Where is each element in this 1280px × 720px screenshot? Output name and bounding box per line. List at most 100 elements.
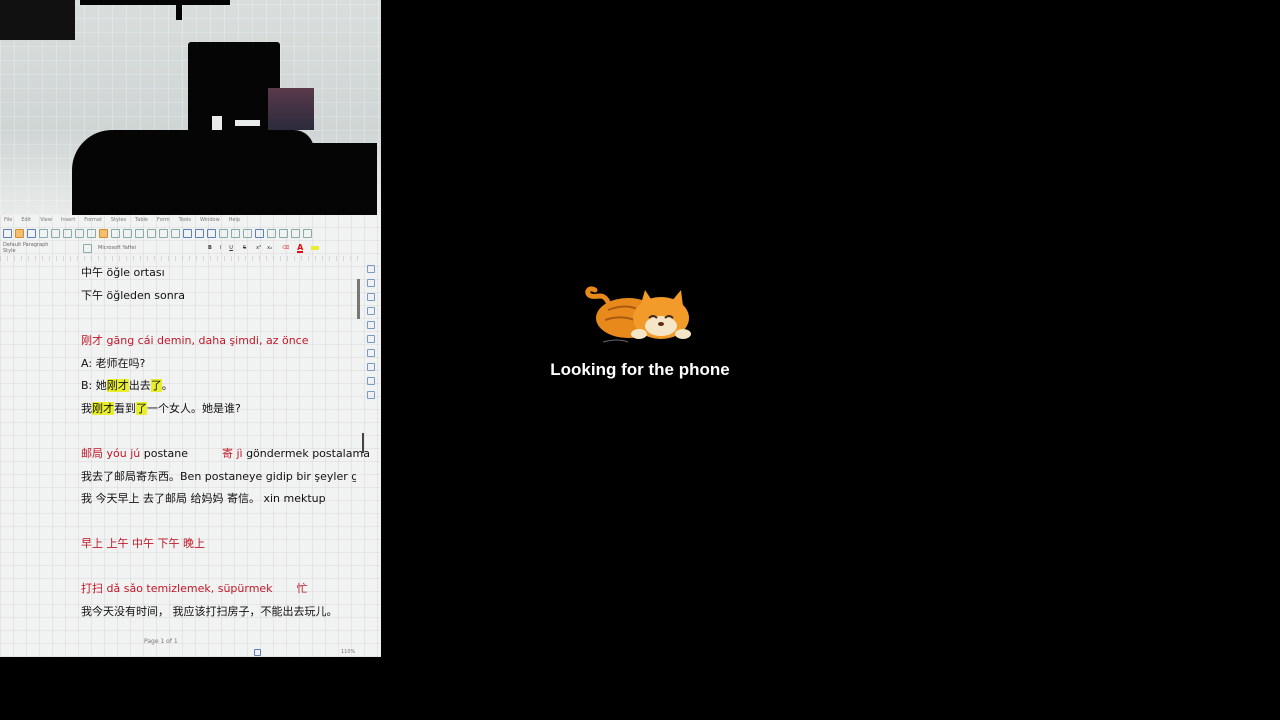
text-run: 看到 [114,402,136,415]
print-preview-icon[interactable] [63,228,72,238]
font-color-button[interactable]: A [297,243,304,253]
doc-line-vocab: 打扫 dǎ sǎo temizlemek, süpürmek 忙 [81,580,308,596]
style-inspector-icon[interactable] [367,349,375,357]
clone-format-icon[interactable] [111,228,120,238]
status-message: Looking for the phone [550,360,730,379]
insert-field-icon[interactable] [231,228,240,238]
menu-item-edit[interactable]: Edit [21,217,31,223]
track-changes-icon[interactable] [291,228,300,238]
strikethrough-button[interactable]: S [243,245,246,251]
insert-footnote-icon[interactable] [267,228,276,238]
document-window: File Edit View Insert Format Styles Table Form T… [0,215,381,657]
insert-chart-icon[interactable] [207,228,216,238]
doc-line: 我 今天早上 去了邮局 给妈妈 寄信。 xin mektup [81,492,326,505]
export-pdf-icon[interactable] [39,228,48,238]
doc-line: 早上 上午 中午 下午 晚上 [81,537,205,550]
paragraph-style-box[interactable]: Default Paragraph Style [3,242,58,254]
subscript-button[interactable]: x₂ [267,245,272,251]
formatting-toolbar: Default Paragraph Style Microsoft YaHei … [0,242,381,254]
styles-icon[interactable] [367,293,375,301]
menu-item-format[interactable]: Format [84,217,102,223]
sidebar-deck [367,265,377,399]
doc-line: 下午 öğleden sonra [81,289,185,302]
sidebar-menu-icon[interactable] [367,265,375,273]
bold-button[interactable]: B [208,245,212,251]
copy-icon[interactable] [87,228,96,238]
menu-item-file[interactable]: File [4,217,12,223]
superscript-button[interactable]: x² [256,245,261,251]
basic-shapes-icon[interactable] [303,228,312,238]
clear-formatting-icon[interactable]: ⌫ [282,245,289,251]
doc-line-vocab: 邮局 yóu jú postane 寄 jì göndermek postalam… [81,445,370,461]
font-name-box[interactable]: Microsoft YaHei [98,245,178,251]
highlight-color-button[interactable] [311,246,320,250]
horizontal-ruler [0,256,360,261]
insert-comment-icon[interactable] [279,228,288,238]
doc-line: A: 老师在吗? [81,357,146,370]
insert-image-icon[interactable] [195,228,204,238]
find-replace-icon[interactable] [147,228,156,238]
gallery-icon[interactable] [367,307,375,315]
doc-line-highlighted: B: 她刚才出去了。 [81,377,173,393]
new-document-icon[interactable] [3,228,12,238]
text-run: 出去 [128,379,151,392]
insert-textbox-icon[interactable] [219,228,228,238]
italic-button[interactable]: I [220,245,221,251]
design-icon[interactable] [367,377,375,385]
menu-item-tools[interactable]: Tools [179,217,191,223]
navigator-icon[interactable] [367,321,375,329]
insert-hyperlink-icon[interactable] [255,228,264,238]
formatting-marks-icon[interactable] [171,228,180,238]
menu-item-insert[interactable]: Insert [61,217,75,223]
highlighted-run: 了 [150,379,162,392]
text-run: postane [140,447,188,460]
open-folder-icon[interactable] [15,228,24,238]
undo-icon[interactable] [123,228,132,238]
underline-button[interactable]: U [229,245,233,251]
page-indicator: Page 1 of 1 [144,638,178,645]
manage-changes-icon[interactable] [367,363,375,371]
doc-line-highlighted: 我刚才看到了一个女人。她是谁? [81,400,241,416]
menu-item-help[interactable]: Help [229,217,240,223]
zoom-level[interactable]: 110% [341,649,355,655]
highlighted-run: 了 [136,402,147,415]
text-run: 邮局 yóu jú [81,447,141,460]
paste-icon[interactable] [99,228,108,238]
redo-icon[interactable] [135,228,144,238]
menu-item-view[interactable]: View [40,217,52,223]
insert-special-char-icon[interactable] [243,228,252,238]
insert-table-icon[interactable] [183,228,192,238]
doc-line: 中午 öğle ortası [81,266,165,279]
standard-toolbar [0,226,381,240]
update-style-icon[interactable] [83,243,92,253]
vertical-scrollbar[interactable] [357,279,360,319]
save-icon[interactable] [27,228,36,238]
highlighted-run: 刚才 [106,379,129,392]
menu-item-styles[interactable]: Styles [111,217,126,223]
menu-item-table[interactable]: Table [135,217,148,223]
doc-line: 我去了邮局寄东西。Ben postaneye gidip bir şeyler … [81,470,356,483]
sleeping-cat-icon [585,286,691,343]
menu-item-window[interactable]: Window [200,217,220,223]
doc-line: 刚才 gāng cái demin, daha şimdi, az önce [81,334,309,347]
find-icon[interactable] [367,391,375,399]
camera-photo [0,0,381,215]
cut-icon[interactable] [75,228,84,238]
text-run: göndermek postalama [242,447,370,460]
text-run: 打扫 dǎ sǎo temizlemek, süpürmek [81,582,273,595]
page-icon[interactable] [367,335,375,343]
text-run: 一个女人。她是谁? [147,402,241,415]
highlighted-run: 刚才 [92,402,114,415]
text-run: 忙 [296,582,308,595]
menu-item-form[interactable]: Form [157,217,170,223]
status-bar: 110% [0,647,381,657]
doc-line: 我今天没有时间， 我应该打扫房子，不能出去玩儿。 [81,605,338,618]
properties-icon[interactable] [367,279,375,287]
camera-preview: File Edit View Insert Format Styles Table Form T… [0,0,381,657]
view-single-page-icon[interactable] [254,648,261,656]
print-icon[interactable] [51,228,60,238]
text-run: 我 [81,402,92,415]
menu-bar: File Edit View Insert Format Styles Table Form T… [0,215,381,225]
text-run: 。 [161,379,173,392]
spelling-icon[interactable] [159,228,168,238]
